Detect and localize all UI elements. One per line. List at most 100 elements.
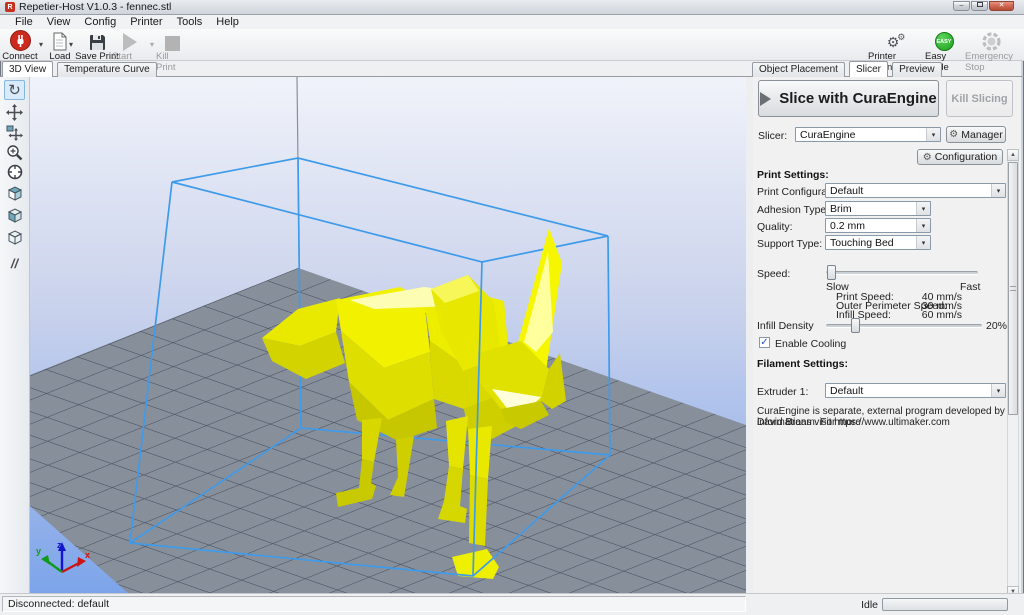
tab-3d-view[interactable]: 3D View <box>2 61 53 77</box>
adhesion-type-value: Brim <box>826 203 916 215</box>
menu-file[interactable]: File <box>8 15 40 29</box>
menu-view[interactable]: View <box>40 15 78 29</box>
parallel-lines-icon: // <box>11 256 18 271</box>
move-object-icon <box>6 124 23 141</box>
tab-preview[interactable]: Preview <box>892 62 942 77</box>
enable-cooling-checkbox[interactable]: ✓ <box>759 337 770 348</box>
connection-status-text: Disconnected: default <box>8 598 109 610</box>
zoom-in-tool[interactable] <box>4 142 25 162</box>
view-tabstrip: 3D View Temperature Curve <box>2 61 158 76</box>
quality-value: 0.2 mm <box>826 220 916 232</box>
quality-select[interactable]: 0.2 mm ▾ <box>825 218 931 233</box>
slice-button-label: Slice with CuraEngine <box>779 90 937 107</box>
front-cube-icon <box>5 206 24 225</box>
load-dropdown-caret[interactable]: ▾ <box>69 40 73 49</box>
support-type-value: Touching Bed <box>826 237 916 249</box>
infill-density-label: Infill Density <box>757 320 814 332</box>
infill-density-value: 20% <box>986 320 1007 332</box>
slice-button[interactable]: Slice with CuraEngine <box>758 80 939 117</box>
speed-slider-thumb[interactable] <box>827 265 836 280</box>
repetier-host-window: { "window": { "title": "Repetier-Host V1… <box>0 0 1024 615</box>
rotate-view-tool[interactable]: ↻ <box>4 80 25 100</box>
parallel-projection-tool[interactable]: // <box>4 253 25 273</box>
kill-print-stop-icon <box>165 30 180 51</box>
save-floppy-icon <box>89 30 106 51</box>
menu-bar: File View Config Printer Tools Help <box>0 15 1024 29</box>
tab-slicer[interactable]: Slicer <box>849 61 888 77</box>
front-view-tool[interactable] <box>4 205 25 225</box>
view-tools-toolbar: ↻ // <box>0 77 30 593</box>
scrollbar-thumb-grip <box>1010 286 1016 291</box>
main-toolbar: Connect ▾ Load ▾ Save Print Start Print … <box>0 29 1024 61</box>
wireframe-view-tool[interactable] <box>4 227 25 247</box>
support-type-label: Support Type: <box>757 238 822 250</box>
infill-speed-label: Infill Speed: <box>836 309 891 321</box>
emergency-stop-icon <box>982 30 1001 51</box>
curaengine-note-line2: informations visit https://www.ultimaker… <box>757 417 950 428</box>
panel-splitter[interactable] <box>746 77 753 593</box>
manager-button[interactable]: ⚙ Manager <box>946 126 1006 143</box>
scrollbar-up-button[interactable]: ▲ <box>1007 149 1019 161</box>
viewport-3d[interactable]: z x y <box>30 77 746 593</box>
speed-label: Speed: <box>757 268 790 280</box>
slicer-select[interactable]: CuraEngine ▾ <box>795 127 941 142</box>
configuration-button[interactable]: ⚙ Configuration <box>917 149 1003 165</box>
minimize-icon: – <box>960 2 964 9</box>
infill-density-slider-thumb[interactable] <box>851 318 860 333</box>
speed-slider-track[interactable] <box>826 271 978 275</box>
connect-button[interactable]: Connect <box>2 30 38 62</box>
connect-plug-icon <box>10 30 31 51</box>
title-bar: R Repetier-Host V1.0.3 - fennec.stl <box>0 0 1024 15</box>
extruder-select[interactable]: Default ▾ <box>825 383 1006 398</box>
app-icon: R <box>5 2 15 12</box>
slicer-field-label: Slicer: <box>758 130 787 142</box>
menu-help[interactable]: Help <box>209 15 246 29</box>
maximize-icon <box>977 2 983 7</box>
slicer-select-value: CuraEngine <box>796 129 926 141</box>
connection-status-cell: Disconnected: default <box>2 596 746 612</box>
start-print-play-icon <box>123 30 137 51</box>
configuration-label: Configuration <box>935 151 997 163</box>
close-icon: ✕ <box>999 2 1005 9</box>
window-title: Repetier-Host V1.0.3 - fennec.stl <box>19 1 171 13</box>
infill-speed-value: 60 mm/s <box>900 309 962 321</box>
tab-temperature-curve[interactable]: Temperature Curve <box>57 62 157 77</box>
chevron-down-icon: ▾ <box>916 202 930 215</box>
printer-settings-gears-icon: ⚙⚙ <box>887 30 900 51</box>
menu-tools[interactable]: Tools <box>170 15 210 29</box>
zoom-fit-icon <box>6 163 24 181</box>
menu-printer[interactable]: Printer <box>123 15 169 29</box>
infill-density-slider-track[interactable] <box>826 324 982 328</box>
kill-print-label: Kill Print <box>156 51 188 73</box>
menu-config[interactable]: Config <box>77 15 123 29</box>
load-file-icon <box>52 30 68 51</box>
move-cross-icon <box>6 104 23 121</box>
kill-print-button: Kill Print <box>156 30 188 73</box>
isometric-cube-icon <box>5 184 24 203</box>
isometric-view-tool[interactable] <box>4 183 25 203</box>
close-button[interactable]: ✕ <box>989 1 1014 11</box>
configuration-gear-icon: ⚙ <box>923 152 932 163</box>
maximize-button[interactable] <box>971 1 988 11</box>
print-configuration-select[interactable]: Default ▾ <box>825 183 1006 198</box>
zoom-fit-tool[interactable] <box>4 162 25 182</box>
adhesion-type-label: Adhesion Type: <box>757 204 829 216</box>
support-type-select[interactable]: Touching Bed ▾ <box>825 235 931 250</box>
chevron-down-icon: ▾ <box>991 184 1005 197</box>
kill-slicing-button: Kill Slicing <box>946 80 1013 117</box>
job-progress-bar <box>882 598 1008 611</box>
adhesion-type-select[interactable]: Brim ▾ <box>825 201 931 216</box>
tab-object-placement[interactable]: Object Placement <box>752 62 845 77</box>
filament-settings-header: Filament Settings: <box>757 358 848 370</box>
move-object-tool[interactable] <box>4 122 25 142</box>
zoom-in-icon <box>6 144 23 161</box>
axis-x-label: x <box>85 550 90 560</box>
axis-y-label: y <box>36 546 41 556</box>
move-view-tool[interactable] <box>4 102 25 122</box>
minimize-button[interactable]: – <box>953 1 970 11</box>
start-print-dropdown-caret: ▾ <box>150 40 154 49</box>
kill-slicing-label: Kill Slicing <box>951 93 1007 105</box>
rotate-icon: ↻ <box>8 81 21 99</box>
connect-dropdown-caret[interactable]: ▾ <box>39 40 43 49</box>
manager-gear-icon: ⚙ <box>949 129 958 140</box>
